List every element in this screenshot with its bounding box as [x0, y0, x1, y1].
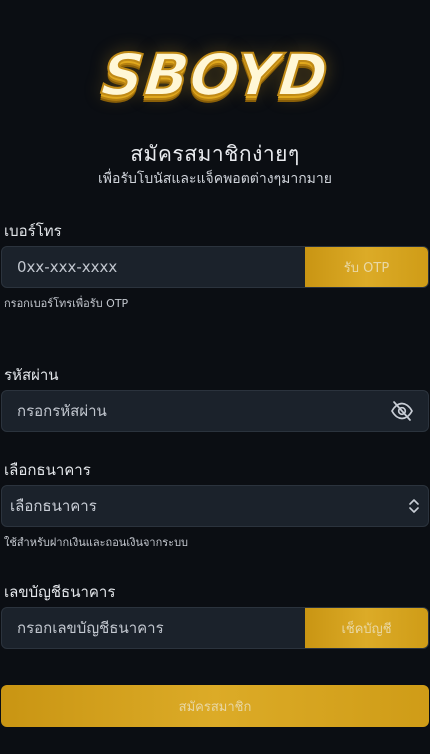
account-label: เลขบัญชีธนาคาร — [4, 583, 116, 601]
account-number-input[interactable] — [2, 608, 307, 648]
chevron-up-down-icon — [408, 498, 420, 514]
get-otp-button[interactable]: รับ OTP — [305, 247, 428, 287]
check-account-button[interactable]: เช็คบัญชี — [305, 608, 428, 648]
phone-field-group: รับ OTP — [1, 246, 429, 288]
password-field-group — [1, 390, 429, 432]
eye-off-icon[interactable] — [390, 400, 414, 422]
logo-container: SBOYD — [0, 40, 430, 110]
brand-logo: SBOYD — [97, 40, 332, 110]
bank-hint: ใช้สำหรับฝากเงินและถอนเงินจากระบบ — [4, 536, 189, 549]
account-field-group: เช็คบัญชี — [1, 607, 429, 649]
password-input[interactable] — [2, 391, 372, 431]
password-label: รหัสผ่าน — [4, 366, 59, 384]
bank-select[interactable]: เลือกธนาคาร — [1, 485, 429, 527]
bank-label: เลือกธนาคาร — [4, 461, 91, 479]
page-subtitle: เพื่อรับโบนัสและแจ็คพอตต่างๆมากมาย — [98, 171, 332, 187]
bank-select-value: เลือกธนาคาร — [10, 497, 97, 515]
page-title: สมัครสมาชิกง่ายๆ — [130, 142, 300, 166]
phone-hint: กรอกเบอร์โทรเพื่อรับ OTP — [4, 297, 129, 310]
phone-input[interactable] — [2, 247, 307, 287]
register-button[interactable]: สมัครสมาชิก — [1, 685, 429, 727]
phone-label: เบอร์โทร — [4, 222, 62, 240]
